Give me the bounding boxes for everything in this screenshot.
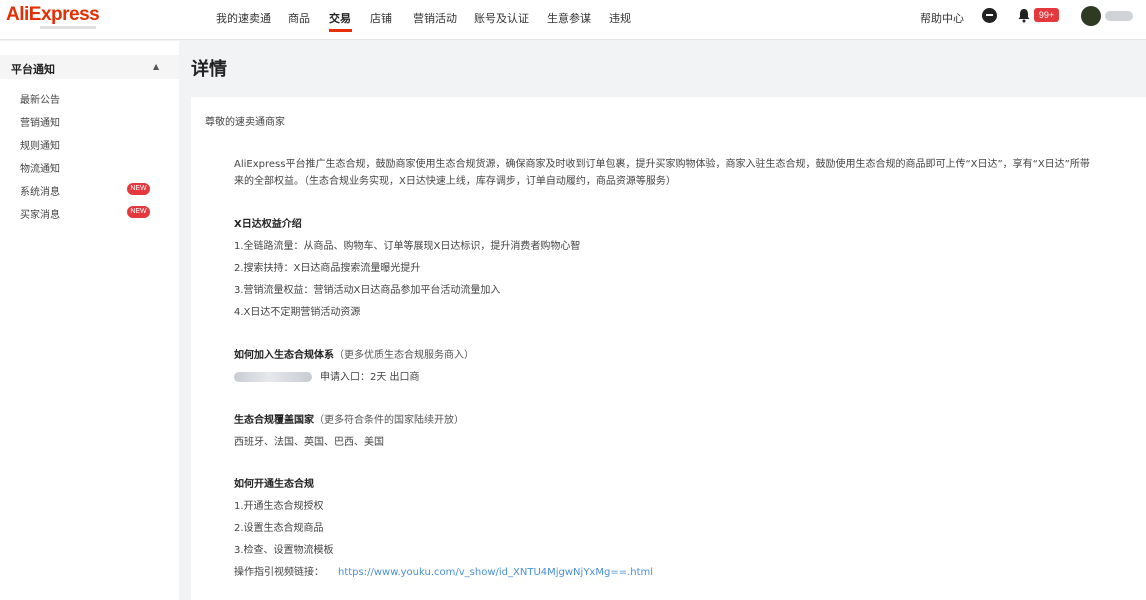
new-badge: NEW bbox=[127, 183, 150, 195]
sidebar-item-marketing-notices[interactable]: 营销通知 bbox=[0, 110, 179, 132]
section-title: 如何加入生态合规体系 bbox=[234, 350, 334, 361]
nav-violations[interactable]: 违规 bbox=[609, 10, 631, 26]
intro-paragraph-line: 来的全部权益。（生态合规业务实现，X日达快速上线，库存调步，订单自动履约，商品资… bbox=[234, 176, 676, 187]
sidebar-item-label: 物流通知 bbox=[20, 164, 60, 175]
sidebar-section-title: 平台通知 bbox=[11, 63, 55, 76]
section-line: 2.搜索扶持：X日达商品搜索流量曝光提升 bbox=[234, 263, 421, 274]
section-subtitle: （更多符合条件的国家陆续开放） bbox=[314, 415, 464, 426]
sidebar-item-latest-announcements[interactable]: 最新公告 bbox=[0, 87, 179, 109]
sidebar-item-label: 规则通知 bbox=[20, 141, 60, 152]
avatar[interactable] bbox=[1081, 6, 1101, 26]
nav-store[interactable]: 店铺 bbox=[370, 10, 392, 26]
caret-up-icon: ▲ bbox=[153, 62, 160, 71]
nav-my-store[interactable]: 我的速卖通 bbox=[216, 10, 271, 26]
help-center-link[interactable]: 帮助中心 bbox=[920, 10, 964, 26]
section-title-row: 生态合规覆盖国家（更多符合条件的国家陆续开放） bbox=[234, 411, 464, 426]
username-blurred[interactable] bbox=[1105, 11, 1133, 21]
sidebar-item-label: 系统消息 bbox=[20, 187, 60, 198]
message-icon[interactable] bbox=[982, 8, 997, 23]
section-title: 如何开通生态合规 bbox=[234, 479, 314, 490]
section-line-row: 申请入口：2天 出口商 bbox=[234, 368, 420, 383]
sidebar-item-buyer-messages[interactable]: 买家消息 NEW bbox=[0, 202, 179, 224]
aliexpress-logo[interactable]: AliExpress bbox=[6, 4, 100, 26]
sidebar-item-label: 买家消息 bbox=[20, 210, 60, 221]
sidebar: 平台通知 ▲ 最新公告 营销通知 规则通知 物流通知 系统消息 NEW 买家消息… bbox=[0, 41, 179, 600]
sidebar-item-rule-notices[interactable]: 规则通知 bbox=[0, 133, 179, 155]
section-line: 申请入口：2天 出口商 bbox=[320, 372, 420, 383]
new-badge: NEW bbox=[127, 206, 150, 218]
section-line: 1.全链路流量：从商品、购物车、订单等展现X日达标识，提升消费者购物心智 bbox=[234, 241, 581, 252]
blurred-logo-image bbox=[234, 372, 312, 382]
logo-subtitle bbox=[40, 26, 96, 29]
sidebar-item-system-messages[interactable]: 系统消息 NEW bbox=[0, 179, 179, 201]
section-title: 生态合规覆盖国家 bbox=[234, 415, 314, 426]
sidebar-section-header[interactable]: 平台通知 ▲ bbox=[0, 55, 179, 79]
section-line: 1.开通生态合规授权 bbox=[234, 501, 324, 512]
nav-trade[interactable]: 交易 bbox=[329, 10, 351, 26]
nav-account[interactable]: 账号及认证 bbox=[474, 10, 529, 26]
video-guide-link[interactable]: https://www.youku.com/v_show/id_XNTU4Mjg… bbox=[338, 567, 653, 578]
nav-products[interactable]: 商品 bbox=[288, 10, 310, 26]
section-line: 4.X日达不定期营销活动资源 bbox=[234, 307, 361, 318]
video-guide-row: 操作指引视频链接： https://www.youku.com/v_show/id… bbox=[234, 563, 653, 578]
notification-count-badge: 99+ bbox=[1034, 8, 1059, 22]
section-title-row: 如何加入生态合规体系（更多优质生态合规服务商入） bbox=[234, 346, 474, 361]
top-bar: AliExpress 我的速卖通 商品 交易 店铺 营销活动 账号及认证 生意参… bbox=[0, 0, 1146, 40]
nav-business-advisor[interactable]: 生意参谋 bbox=[547, 10, 591, 26]
section-line: 3.检查、设置物流模板 bbox=[234, 545, 334, 556]
page-title: 详情 bbox=[191, 59, 227, 80]
notice-detail-card: 尊敬的速卖通商家 AliExpress平台推广生态合规，鼓励商家使用生态合规货源… bbox=[191, 97, 1146, 600]
nav-marketing[interactable]: 营销活动 bbox=[413, 10, 457, 26]
section-line: 西班牙、法国、英国、巴西、美国 bbox=[234, 437, 384, 448]
sidebar-item-label: 营销通知 bbox=[20, 118, 60, 129]
section-title: X日达权益介绍 bbox=[234, 219, 302, 230]
section-line: 3.营销流量权益：营销活动X日达商品参加平台活动流量加入 bbox=[234, 285, 501, 296]
bell-icon[interactable] bbox=[1017, 8, 1031, 23]
section-subtitle: （更多优质生态合规服务商入） bbox=[334, 350, 474, 361]
section-line: 2.设置生态合规商品 bbox=[234, 523, 324, 534]
active-nav-indicator bbox=[329, 29, 352, 32]
sidebar-item-logistics-notices[interactable]: 物流通知 bbox=[0, 156, 179, 178]
intro-paragraph-line: AliExpress平台推广生态合规，鼓励商家使用生态合规货源，确保商家及时收到… bbox=[234, 159, 1090, 170]
sidebar-item-label: 最新公告 bbox=[20, 95, 60, 106]
video-guide-label: 操作指引视频链接： bbox=[234, 567, 324, 578]
greeting: 尊敬的速卖通商家 bbox=[205, 117, 285, 128]
